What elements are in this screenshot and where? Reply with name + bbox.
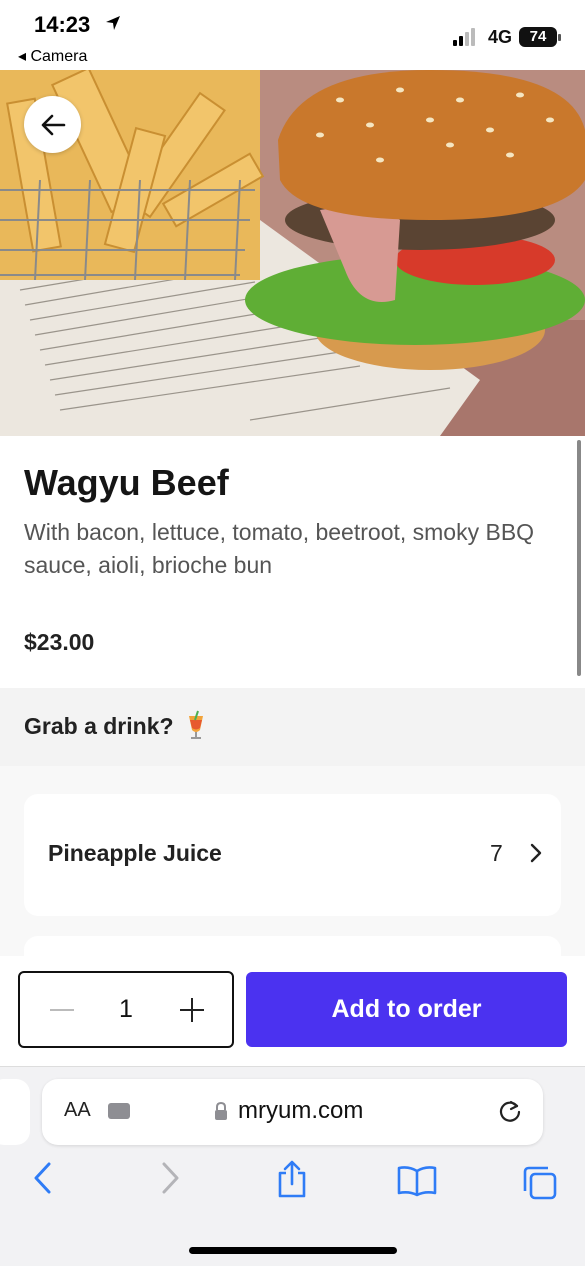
signal-icon	[453, 28, 479, 46]
browser-toolbar: AA mryum.com	[0, 1066, 585, 1266]
dish-photo	[0, 70, 585, 436]
home-indicator	[189, 1247, 397, 1254]
back-to-camera-link[interactable]: ◂ Camera	[18, 46, 87, 66]
arrow-left-icon	[41, 114, 65, 135]
back-nav-icon[interactable]	[33, 1161, 53, 1195]
address-bar[interactable]: AA mryum.com	[42, 1079, 543, 1145]
page-settings-button[interactable]: AA	[64, 1099, 91, 1122]
url-domain: mryum.com	[238, 1097, 364, 1124]
forward-nav-icon[interactable]	[160, 1161, 180, 1195]
order-action-bar: 1 Add to order	[0, 956, 585, 1066]
chevron-right-icon	[530, 843, 542, 863]
quantity-stepper: 1	[18, 971, 234, 1048]
item-title: Wagyu Beef	[24, 462, 229, 503]
lock-icon	[215, 1101, 227, 1120]
cocktail-icon	[189, 710, 203, 739]
item-description: With bacon, lettuce, tomato, beetroot, s…	[24, 519, 535, 578]
tabs-icon[interactable]	[522, 1165, 558, 1201]
drinks-heading: Grab a drink?	[24, 713, 174, 739]
scrollbar[interactable]	[577, 440, 581, 676]
back-button[interactable]	[24, 96, 81, 153]
status-time: 14:23	[34, 12, 91, 37]
location-arrow-icon	[106, 16, 120, 30]
drink-option-pineapple-juice[interactable]: Pineapple Juice 7	[24, 794, 561, 916]
status-bar: 14:23 ◂ Camera 4G 74	[0, 0, 585, 70]
drink-price: 7	[490, 840, 503, 866]
share-icon[interactable]	[276, 1159, 308, 1199]
bookmarks-icon[interactable]	[397, 1165, 437, 1197]
battery-icon: 74	[519, 27, 561, 47]
drink-name: Pineapple Juice	[48, 840, 222, 866]
previous-tab-preview[interactable]	[0, 1079, 30, 1145]
increase-quantity-button[interactable]	[180, 998, 204, 1022]
drinks-section-header: Grab a drink?	[0, 688, 585, 766]
add-to-order-button[interactable]: Add to order	[246, 972, 567, 1047]
page: 14:23 ◂ Camera 4G 74 Wagyu Beef With bac…	[0, 0, 585, 1266]
reload-icon[interactable]	[497, 1099, 523, 1125]
network-type: 4G	[488, 27, 513, 47]
extension-icon[interactable]	[108, 1103, 130, 1119]
item-price: $23.00	[24, 629, 95, 655]
drinks-list: Pineapple Juice 7	[0, 766, 585, 976]
